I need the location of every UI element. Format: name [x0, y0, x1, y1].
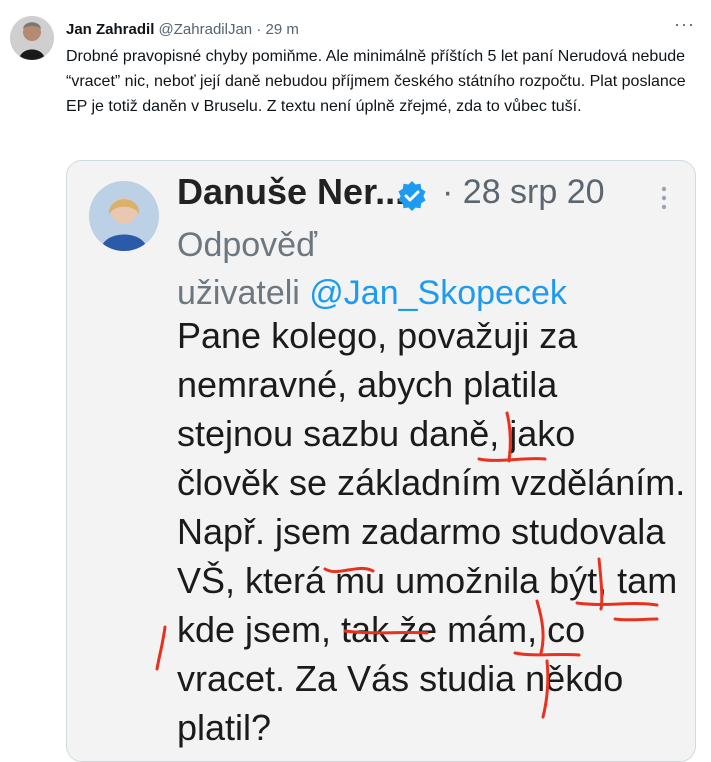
tweet-header: Jan Zahradil @ZahradilJan · 29 m [66, 20, 299, 40]
verified-badge-icon [397, 181, 427, 211]
more-horizontal-icon[interactable]: ··· [674, 14, 695, 35]
screenshot-date-value: 28 srp 20 [462, 173, 605, 211]
reply-to-line: uživateli @Jan_Skopecek [177, 269, 567, 317]
screenshot-avatar [89, 181, 159, 251]
tweet-text: Drobné pravopisné chyby pomiňme. Ale min… [66, 48, 686, 115]
header-separator: · [256, 21, 262, 38]
screenshot-body: Pane kolego, považuji za nemravné, abych… [177, 311, 695, 752]
body-line: VŠ, která mu umožnila být, tam [177, 560, 678, 601]
screenshot-date: · 28 srp 20 [442, 173, 605, 212]
author-name[interactable]: Jan Zahradil [66, 21, 154, 38]
body-line: vracet. Za Vás studia někdo [177, 658, 624, 699]
reply-handle: @Jan_Skopecek [309, 274, 567, 312]
tweet-time[interactable]: 29 m [265, 21, 298, 38]
body-line: stejnou sazbu daně, jako [177, 413, 576, 454]
author-handle[interactable]: @ZahradilJan [159, 21, 253, 38]
reply-prefix: Odpověď [177, 226, 317, 264]
screenshot-reply-context: Odpověď uživateli @Jan_Skopecek [177, 221, 567, 317]
body-line: platil? [177, 707, 272, 748]
body-line: Např. jsem zadarmo studovala [177, 511, 666, 552]
body-line: kde jsem, tak že mám, co [177, 609, 586, 650]
body-line: Pane kolego, považuji za [177, 315, 578, 356]
tweet-image[interactable]: Danuše Ner... · 28 srp 20 Odpověď uživat… [66, 160, 696, 762]
body-line: člověk se základním vzděláním. [177, 462, 686, 503]
more-vertical-icon [659, 185, 669, 211]
author-avatar[interactable] [10, 16, 54, 60]
screenshot-photo: Danuše Ner... · 28 srp 20 Odpověď uživat… [67, 161, 695, 761]
reply-to-prefix: uživateli [177, 274, 300, 312]
screenshot-separator: · [442, 173, 454, 211]
screenshot-author-name: Danuše Ner... [177, 171, 406, 212]
body-line: nemravné, abych platila [177, 364, 558, 405]
